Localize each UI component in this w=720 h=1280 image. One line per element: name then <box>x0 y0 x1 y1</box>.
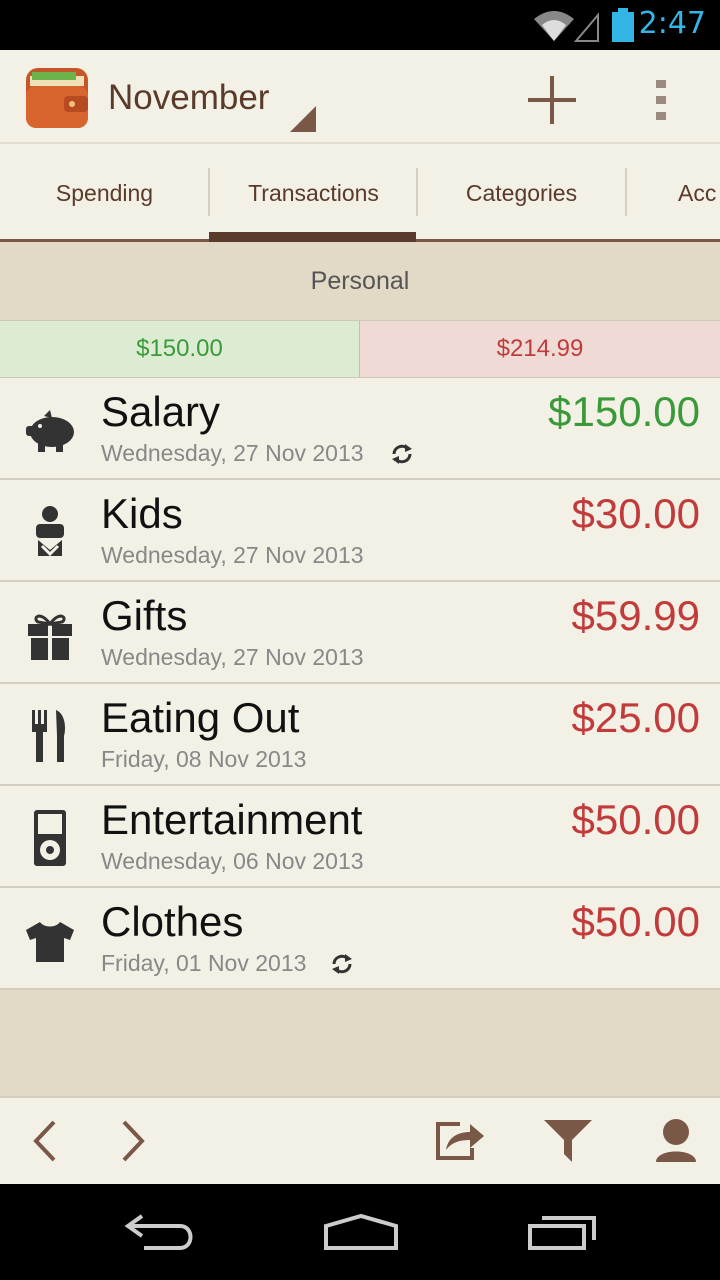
wifi-icon <box>534 11 599 42</box>
transaction-date: Wednesday, 06 Nov 2013 <box>101 848 364 874</box>
tab-spending[interactable]: Spending <box>0 144 209 242</box>
transaction-amount: $50.00 <box>571 796 700 843</box>
transaction-row-eating-out[interactable]: Eating Out Friday, 08 Nov 2013 $25.00 <box>0 684 720 786</box>
transaction-date: Wednesday, 27 Nov 2013 <box>101 542 364 568</box>
battery-icon <box>612 8 634 42</box>
dropdown-caret-icon[interactable] <box>290 106 316 132</box>
month-selector[interactable]: November <box>108 78 269 118</box>
tshirt-icon <box>26 922 74 962</box>
next-month-button[interactable] <box>104 1116 160 1166</box>
transaction-date: Wednesday, 27 Nov 2013 <box>101 440 364 466</box>
tab-categories[interactable]: Categories <box>417 144 626 242</box>
previous-month-button[interactable] <box>20 1116 76 1166</box>
transaction-name: Salary <box>101 388 221 435</box>
fork-knife-icon <box>32 710 66 762</box>
transaction-name: Gifts <box>101 592 188 639</box>
transaction-amount: $59.99 <box>571 592 700 639</box>
transaction-date: Friday, 01 Nov 2013 <box>101 950 307 976</box>
status-bar: 2:47 <box>0 0 720 50</box>
clock: 2:47 <box>638 6 706 41</box>
transaction-date: Friday, 08 Nov 2013 <box>101 746 307 772</box>
transaction-amount: $30.00 <box>571 490 700 537</box>
transaction-list: Salary Wednesday, 27 Nov 2013 $150.00 Ki… <box>0 378 720 990</box>
expense-total: $214.99 <box>360 321 720 377</box>
tab-transactions[interactable]: Transactions <box>209 144 418 242</box>
tab-accounts[interactable]: Acc <box>626 144 720 242</box>
totals-bar: $150.00 $214.99 <box>0 320 720 378</box>
transaction-row-entertainment[interactable]: Entertainment Wednesday, 06 Nov 2013 $50… <box>0 786 720 888</box>
back-button[interactable] <box>124 1212 196 1252</box>
filter-button[interactable] <box>540 1116 596 1166</box>
tab-bar: Spending Transactions Categories Acc <box>0 144 720 242</box>
piggy-bank-icon <box>26 410 74 452</box>
transaction-row-kids[interactable]: Kids Wednesday, 27 Nov 2013 $30.00 <box>0 480 720 582</box>
group-header: Personal <box>0 242 720 320</box>
baby-icon <box>36 506 64 557</box>
wallet-logo-icon[interactable] <box>24 66 90 130</box>
gift-icon <box>28 614 72 660</box>
transaction-amount: $25.00 <box>571 694 700 741</box>
transaction-row-salary[interactable]: Salary Wednesday, 27 Nov 2013 $150.00 <box>0 378 720 480</box>
transaction-row-clothes[interactable]: Clothes Friday, 01 Nov 2013 $50.00 <box>0 888 720 990</box>
overflow-menu-icon[interactable] <box>644 76 680 126</box>
bottom-toolbar <box>0 1098 720 1184</box>
transaction-amount: $50.00 <box>571 898 700 945</box>
active-tab-indicator <box>209 232 416 242</box>
transaction-row-gifts[interactable]: Gifts Wednesday, 27 Nov 2013 $59.99 <box>0 582 720 684</box>
action-bar: November <box>0 50 720 144</box>
transaction-name: Entertainment <box>101 796 363 843</box>
recent-apps-button[interactable] <box>526 1212 598 1252</box>
export-share-button[interactable] <box>432 1116 488 1166</box>
transaction-date: Wednesday, 27 Nov 2013 <box>101 644 364 670</box>
recurring-icon <box>392 444 412 464</box>
transaction-name: Kids <box>101 490 183 537</box>
add-transaction-button[interactable] <box>520 70 584 130</box>
recurring-icon <box>332 954 352 974</box>
music-player-icon <box>34 810 66 866</box>
transaction-name: Eating Out <box>101 694 300 741</box>
list-empty-area <box>0 990 720 1098</box>
home-button[interactable] <box>322 1212 400 1252</box>
user-profile-button[interactable] <box>648 1116 704 1166</box>
system-navigation-bar <box>0 1184 720 1280</box>
transaction-amount: $150.00 <box>548 388 700 435</box>
transaction-name: Clothes <box>101 898 244 945</box>
income-total: $150.00 <box>0 321 360 377</box>
